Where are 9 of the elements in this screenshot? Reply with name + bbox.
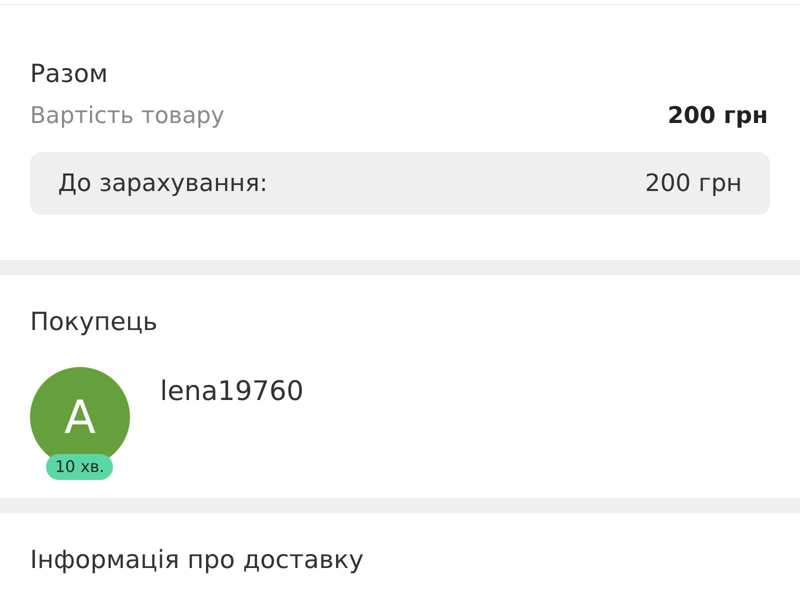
section-title: Інформація про доставку	[30, 544, 365, 576]
section-title: Покупець	[30, 306, 158, 338]
item-label: Вартість товару	[30, 102, 225, 131]
last-seen-badge: 10 хв.	[46, 454, 114, 480]
payout-value: 200 грн	[645, 168, 742, 199]
section-title: Разом	[30, 58, 109, 90]
payout-label: До зарахування:	[58, 168, 268, 199]
item-value: 200 грн	[668, 102, 768, 131]
username: lena19760	[160, 375, 304, 409]
